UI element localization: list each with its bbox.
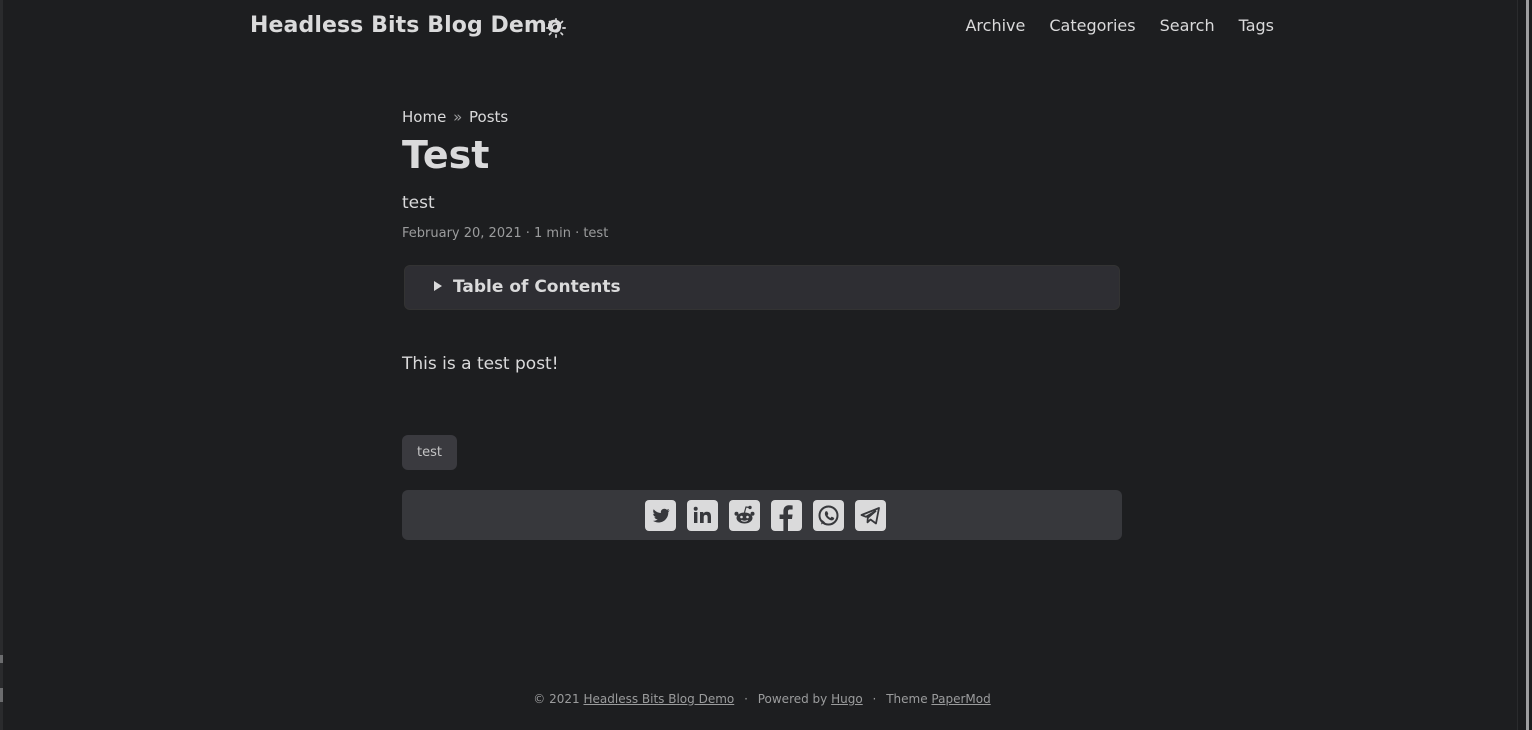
share-buttons	[402, 490, 1122, 540]
post-content: This is a test post!	[402, 354, 559, 374]
linkedin-icon[interactable]	[687, 500, 718, 531]
menu-categories[interactable]: Categories	[1049, 16, 1135, 35]
footer-papermod-link[interactable]: PaperMod	[931, 692, 990, 706]
scrollbar[interactable]	[1517, 0, 1532, 730]
footer-hugo-link[interactable]: Hugo	[831, 692, 863, 706]
footer-powered-by: Powered by	[757, 692, 828, 706]
breadcrumb-home[interactable]: Home	[402, 108, 446, 126]
toc-label[interactable]: Table of Contents	[453, 277, 621, 297]
scrollbar-thumb[interactable]	[1526, 0, 1529, 730]
footer-theme-text: Theme	[886, 692, 928, 706]
menu-archive[interactable]: Archive	[965, 16, 1025, 35]
site-title-link[interactable]: Headless Bits Blog Demo	[250, 13, 562, 38]
triangle-right-icon[interactable]	[434, 281, 442, 291]
edge-marker	[0, 655, 3, 663]
breadcrumb: Home » Posts	[402, 108, 508, 126]
reddit-icon[interactable]	[729, 500, 760, 531]
site-footer: © 2021 Headless Bits Blog Demo · Powered…	[0, 692, 1524, 706]
breadcrumb-posts[interactable]: Posts	[469, 108, 508, 126]
footer-site-link[interactable]: Headless Bits Blog Demo	[583, 692, 734, 706]
breadcrumb-separator: »	[453, 108, 463, 126]
footer-separator: ·	[872, 692, 877, 706]
footer-copyright: © 2021	[533, 692, 580, 706]
footer-separator: ·	[744, 692, 748, 706]
post-meta: February 20, 2021 · 1 min · test	[402, 226, 609, 241]
tag-test[interactable]: test	[402, 435, 457, 470]
twitter-icon[interactable]	[645, 500, 676, 531]
table-of-contents[interactable]: Table of Contents	[404, 265, 1120, 310]
whatsapp-icon[interactable]	[813, 500, 844, 531]
menu-search[interactable]: Search	[1160, 16, 1215, 35]
post-description: test	[402, 193, 435, 213]
facebook-icon[interactable]	[771, 500, 802, 531]
post-title: Test	[402, 133, 490, 177]
menu-tags[interactable]: Tags	[1239, 16, 1274, 35]
telegram-icon[interactable]	[855, 500, 886, 531]
sun-icon[interactable]	[545, 17, 567, 39]
main-menu: Archive Categories Search Tags	[965, 16, 1274, 35]
window-left-edge	[0, 0, 3, 730]
site-header: Headless Bits Blog Demo Archive Categori…	[250, 0, 1274, 56]
